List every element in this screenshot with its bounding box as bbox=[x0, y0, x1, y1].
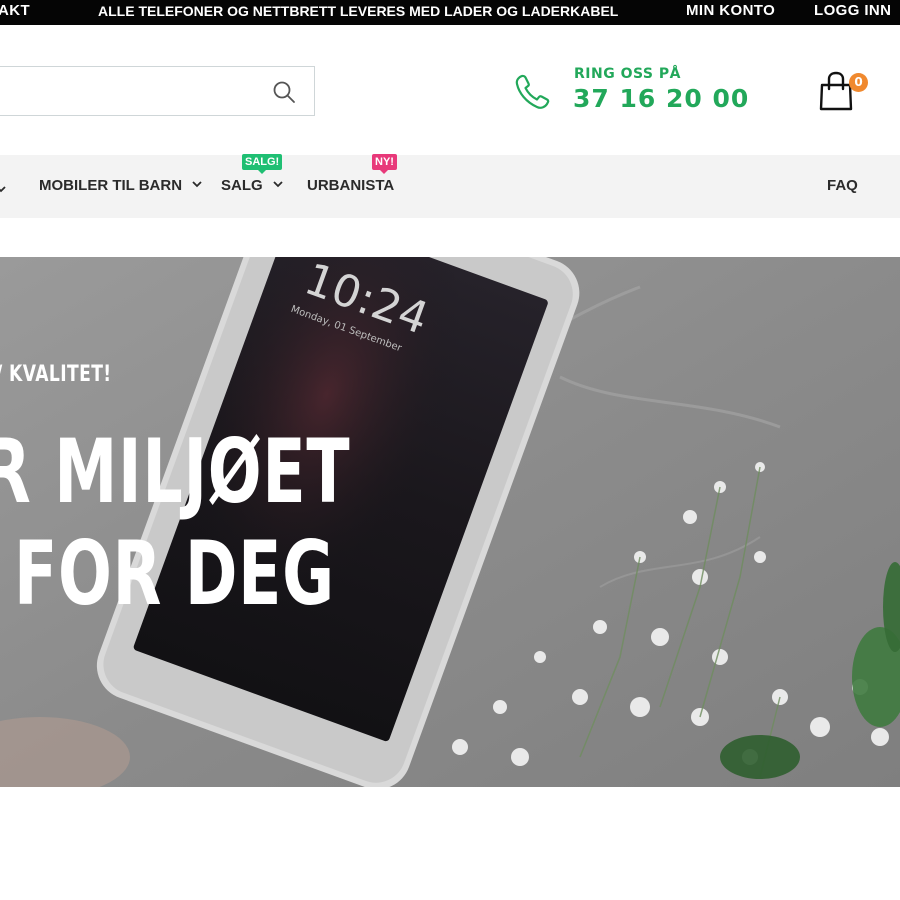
main-navigation: MOBILER TIL BARN SALG SALG! URBANISTA NY… bbox=[0, 154, 900, 218]
search-input[interactable] bbox=[7, 75, 247, 107]
nav-item-label: SALG bbox=[221, 177, 263, 194]
chevron-down-icon bbox=[192, 181, 202, 188]
phone-icon bbox=[513, 72, 553, 112]
hero-banner[interactable]: 10:24 Monday, 01 September / KVALITET! R… bbox=[0, 257, 900, 787]
sale-badge: SALG! bbox=[242, 154, 283, 174]
login-link[interactable]: LOGG INN bbox=[814, 1, 891, 21]
search-icon[interactable] bbox=[272, 80, 296, 104]
nav-item-salg[interactable]: SALG bbox=[221, 177, 283, 195]
nav-item-mobiler-til-barn[interactable]: MOBILER TIL BARN bbox=[39, 177, 202, 195]
my-account-link[interactable]: MIN KONTO bbox=[686, 1, 775, 21]
hero-headline-line-2: FOR DEG bbox=[14, 522, 335, 625]
nav-item-urbanista[interactable]: URBANISTA bbox=[307, 177, 394, 195]
hero-kicker-text: / KVALITET! bbox=[0, 362, 112, 387]
chevron-down-icon bbox=[273, 181, 283, 188]
nav-item-faq[interactable]: FAQ bbox=[827, 177, 858, 195]
cart-button[interactable]: 0 bbox=[818, 70, 870, 112]
cart-count-badge: 0 bbox=[849, 73, 868, 92]
nav-item-label: FAQ bbox=[827, 177, 858, 194]
shopping-bag-icon bbox=[819, 71, 853, 111]
chevron-down-icon[interactable] bbox=[0, 181, 6, 199]
nav-item-label: MOBILER TIL BARN bbox=[39, 177, 183, 194]
search-box bbox=[0, 66, 315, 116]
shipping-announcement: ALLE TELEFONER OG NETTBRETT LEVERES MED … bbox=[98, 3, 619, 19]
hero-headline-line-1: R MILJØET bbox=[0, 420, 351, 523]
contact-link[interactable]: AKT bbox=[0, 1, 30, 21]
new-badge: NY! bbox=[372, 154, 397, 174]
content-area bbox=[0, 787, 900, 900]
top-announcement-bar: AKT ALLE TELEFONER OG NETTBRETT LEVERES … bbox=[0, 0, 900, 25]
phone-number[interactable]: 37 16 20 00 bbox=[573, 84, 749, 113]
nav-item-label: URBANISTA bbox=[307, 177, 395, 194]
call-us-label: RING OSS PÅ bbox=[574, 66, 681, 82]
